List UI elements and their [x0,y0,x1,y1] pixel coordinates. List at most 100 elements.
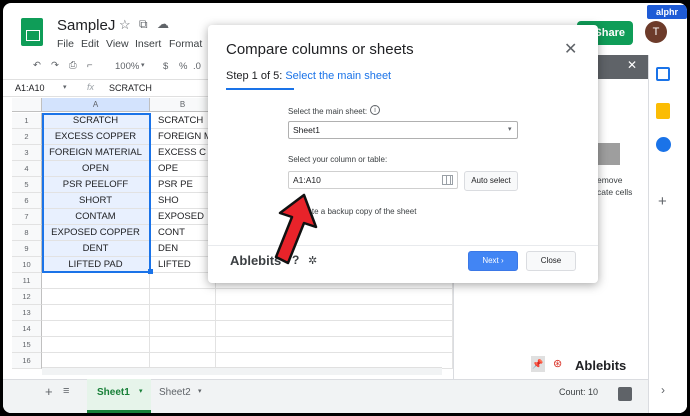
row-header[interactable]: 12 [12,289,42,305]
menu-view[interactable]: View [106,38,129,50]
redo-icon[interactable]: ↷ [51,60,59,71]
row-header[interactable]: 16 [12,353,42,369]
cloud-icon[interactable]: ☁ [157,17,169,31]
cell-b[interactable]: FOREIGN M [150,129,216,145]
cell-a[interactable]: EXCESS COPPER [42,129,150,145]
cell-a[interactable]: LIFTED PAD [42,257,150,273]
cell-a[interactable] [42,337,150,353]
column-header-b[interactable]: B [150,98,216,112]
decimal-decrease-button[interactable]: .0 [193,61,201,72]
doc-title[interactable]: SampleJ [57,17,115,34]
cell-b[interactable] [150,289,216,305]
range-input[interactable]: A1:A10 [288,171,458,189]
row-header[interactable]: 7 [12,209,42,225]
row-header[interactable]: 5 [12,177,42,193]
row-header[interactable]: 9 [12,241,42,257]
range-grid-icon[interactable] [442,175,453,185]
pin-icon[interactable]: 📌 [531,356,545,372]
cell-b[interactable] [150,337,216,353]
cell-a[interactable]: EXPOSED COPPER [42,225,150,241]
cell-a[interactable]: FOREIGN MATERIAL [42,145,150,161]
tasks-icon[interactable] [656,137,671,152]
horizontal-scrollbar[interactable] [42,367,442,375]
row-header[interactable]: 1 [12,113,42,129]
cell-b[interactable]: OPE [150,161,216,177]
step-link[interactable]: Select the main sheet [285,70,391,82]
cell-a[interactable] [42,321,150,337]
name-box[interactable]: A1:A10 [15,83,45,93]
sheets-logo-icon[interactable] [21,18,43,46]
cell-a[interactable]: DENT [42,241,150,257]
row-header[interactable]: 8 [12,225,42,241]
cell-a[interactable]: SCRATCH [42,113,150,129]
keep-icon[interactable] [656,103,670,119]
cell-a[interactable]: SHORT [42,193,150,209]
tab-sheet2[interactable]: Sheet2 [159,387,191,398]
formula-input[interactable]: SCRATCH [109,83,152,93]
column-header-a[interactable]: A [42,98,150,112]
cell-b[interactable]: PSR PE [150,177,216,193]
row-header[interactable]: 3 [12,145,42,161]
fill-handle[interactable] [148,269,153,274]
next-button[interactable]: Next › [468,251,518,271]
row-header[interactable]: 10 [12,257,42,273]
row-header[interactable]: 11 [12,273,42,289]
info-icon[interactable]: i [370,105,380,115]
percent-button[interactable]: % [179,61,187,72]
avatar[interactable]: T [645,21,667,43]
row-header[interactable]: 2 [12,129,42,145]
cell-empty[interactable] [216,321,453,337]
menu-edit[interactable]: Edit [81,38,99,50]
main-sheet-select[interactable]: Sheet1 [288,121,518,139]
explore-icon[interactable] [618,387,632,401]
cell-b[interactable]: CONT [150,225,216,241]
row-header[interactable]: 4 [12,161,42,177]
cell-b[interactable]: SCRATCH [150,113,216,129]
cell-a[interactable] [42,289,150,305]
calendar-icon[interactable] [656,67,670,81]
status-count[interactable]: Count: 10 [559,387,598,397]
cell-b[interactable] [150,273,216,289]
dialog-divider [208,245,598,246]
paint-format-icon[interactable]: ⌐ [87,60,93,71]
menu-insert[interactable]: Insert [135,38,161,50]
zoom-select[interactable]: 100% [115,61,139,72]
cell-empty[interactable] [216,305,453,321]
expand-panel-icon[interactable]: › [661,383,665,397]
all-sheets-icon[interactable]: ≡ [63,385,69,397]
cell-a[interactable] [42,305,150,321]
currency-button[interactable]: $ [163,61,168,72]
cell-b[interactable] [150,321,216,337]
row-header[interactable]: 15 [12,337,42,353]
cell-empty[interactable] [216,289,453,305]
ablebits-owl-icon: ⊛ [553,358,563,370]
cell-b[interactable]: SHO [150,193,216,209]
menu-file[interactable]: File [57,38,74,50]
close-button[interactable]: Close [526,251,576,271]
cell-a[interactable]: CONTAM [42,209,150,225]
row-header[interactable]: 14 [12,321,42,337]
star-icon[interactable]: ☆ [119,17,131,33]
backup-label: eate a backup copy of the sheet [303,207,417,216]
cell-b[interactable]: EXCESS C [150,145,216,161]
cell-a[interactable]: OPEN [42,161,150,177]
move-icon[interactable]: ⧉ [139,17,148,32]
close-icon[interactable]: ✕ [564,39,577,59]
cell-a[interactable] [42,273,150,289]
auto-select-button[interactable]: Auto select [464,171,518,191]
add-sheet-icon[interactable]: + [45,384,53,399]
row-header[interactable]: 6 [12,193,42,209]
cell-a[interactable]: PSR PEELOFF [42,177,150,193]
add-addon-icon[interactable]: + [658,193,667,210]
print-icon[interactable]: ⎙ [69,60,77,71]
cell-empty[interactable] [216,337,453,353]
select-all-corner[interactable] [12,98,42,112]
row-header[interactable]: 13 [12,305,42,321]
cell-b[interactable]: LIFTED [150,257,216,273]
cell-b[interactable]: DEN [150,241,216,257]
sidebar-close-icon[interactable]: ✕ [627,58,637,72]
cell-b[interactable]: EXPOSED [150,209,216,225]
undo-icon[interactable]: ↶ [33,60,41,71]
menu-format[interactable]: Format [169,38,202,50]
cell-b[interactable] [150,305,216,321]
